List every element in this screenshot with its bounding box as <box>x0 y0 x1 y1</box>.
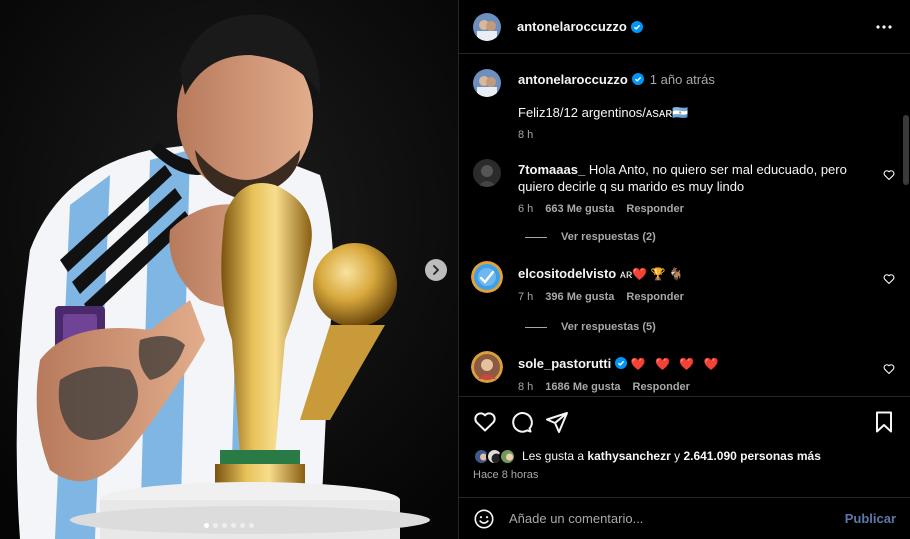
verified-badge-icon <box>631 73 644 85</box>
comment-likes[interactable]: 663 Me gusta <box>545 201 614 218</box>
avatar[interactable] <box>473 159 501 187</box>
post-media[interactable] <box>0 0 458 539</box>
emoji-icon[interactable] <box>473 508 495 530</box>
like-comment-heart-icon[interactable] <box>883 363 895 375</box>
reply-button[interactable]: Responder <box>633 379 690 395</box>
comment-age: 8 h <box>518 381 534 393</box>
carousel-dot <box>222 523 227 528</box>
comments-list[interactable]: antonelaroccuzzo 1 año atrás Feliz18/12 a… <box>459 55 910 395</box>
likes-count[interactable]: 2.641.090 personas más <box>683 449 820 463</box>
carousel-next-button[interactable] <box>425 259 447 281</box>
like-button[interactable] <box>473 410 497 434</box>
comment-age: 6 h <box>518 203 534 215</box>
header-username[interactable]: antonelaroccuzzo <box>517 19 627 34</box>
publish-button[interactable]: Publicar <box>845 511 896 526</box>
likes-summary: Les gusta a kathysanchezr y 2.641.090 pe… <box>473 446 897 466</box>
verified-badge-icon <box>630 20 643 33</box>
comment-button[interactable] <box>509 410 533 434</box>
post-side-panel: antonelaroccuzzo antonelaroccuzzo 1 año a… <box>458 0 910 539</box>
avatar[interactable] <box>471 351 503 383</box>
carousel-dot <box>231 523 236 528</box>
divider-line <box>525 236 547 238</box>
post-actions <box>459 396 910 446</box>
carousel-dot <box>213 523 218 528</box>
post-header: antonelaroccuzzo <box>459 0 910 54</box>
reply-button[interactable]: Responder <box>626 201 683 218</box>
liker-avatars[interactable] <box>473 447 516 465</box>
avatar[interactable] <box>471 261 503 293</box>
like-comment-heart-icon[interactable] <box>883 273 895 285</box>
paper-plane-icon <box>546 411 568 433</box>
bookmark-icon <box>876 411 892 432</box>
divider-line <box>525 326 547 328</box>
avatar[interactable] <box>473 12 501 41</box>
view-replies-button[interactable]: Ver respuestas (5) <box>525 321 656 333</box>
comment-input[interactable] <box>509 511 845 526</box>
caption-age: 8 h <box>518 129 534 141</box>
like-comment-heart-icon[interactable] <box>883 169 895 181</box>
scrollbar-thumb[interactable] <box>903 115 909 185</box>
comment-username[interactable]: 7tomaaas_ <box>518 162 585 177</box>
carousel-dot <box>249 523 254 528</box>
share-button[interactable] <box>545 410 569 434</box>
comments-scrollbar[interactable] <box>903 115 909 395</box>
caption-username[interactable]: antonelaroccuzzo <box>518 72 628 87</box>
caption-text: Feliz18/12 argentinos/ᴀsᴀʀ🇦🇷 <box>518 105 689 120</box>
comment-username[interactable]: elcositodelvisto <box>518 266 616 281</box>
comment-composer: Publicar <box>459 497 910 539</box>
heart-icon <box>474 411 496 431</box>
verified-badge-icon <box>615 357 628 369</box>
avatar[interactable] <box>473 69 501 97</box>
carousel-dot <box>240 523 245 528</box>
comment-bubble-icon <box>512 411 533 433</box>
carousel-dots <box>0 523 458 528</box>
save-button[interactable] <box>872 410 896 434</box>
ellipsis-icon <box>876 24 892 29</box>
more-options-button[interactable] <box>872 15 896 39</box>
reply-button[interactable]: Responder <box>626 289 683 306</box>
comment-likes[interactable]: 1686 Me gusta <box>545 379 620 395</box>
comment-likes[interactable]: 396 Me gusta <box>545 289 614 306</box>
comment-age: 7 h <box>518 291 534 303</box>
chevron-right-icon <box>433 265 439 275</box>
likes-user[interactable]: kathysanchezr <box>587 449 670 463</box>
post-photo <box>0 0 458 539</box>
likes-middle: y <box>670 449 684 463</box>
comment-text: ❤️ ❤️ ❤️ ❤️ <box>630 357 722 371</box>
view-replies-button[interactable]: Ver respuestas (2) <box>525 231 656 243</box>
carousel-dot <box>204 523 209 528</box>
view-replies-label: Ver respuestas (2) <box>561 231 656 243</box>
caption-time-ago: 1 año atrás <box>649 72 715 87</box>
post-timestamp[interactable]: Hace 8 horas <box>473 469 538 481</box>
likes-prefix: Les gusta a <box>522 449 588 463</box>
comment-text: ᴀʀ❤️ 🏆 🐐 <box>619 267 684 281</box>
comment-username[interactable]: sole_pastorutti <box>518 356 611 371</box>
view-replies-label: Ver respuestas (5) <box>561 321 656 333</box>
avatar <box>499 447 516 465</box>
